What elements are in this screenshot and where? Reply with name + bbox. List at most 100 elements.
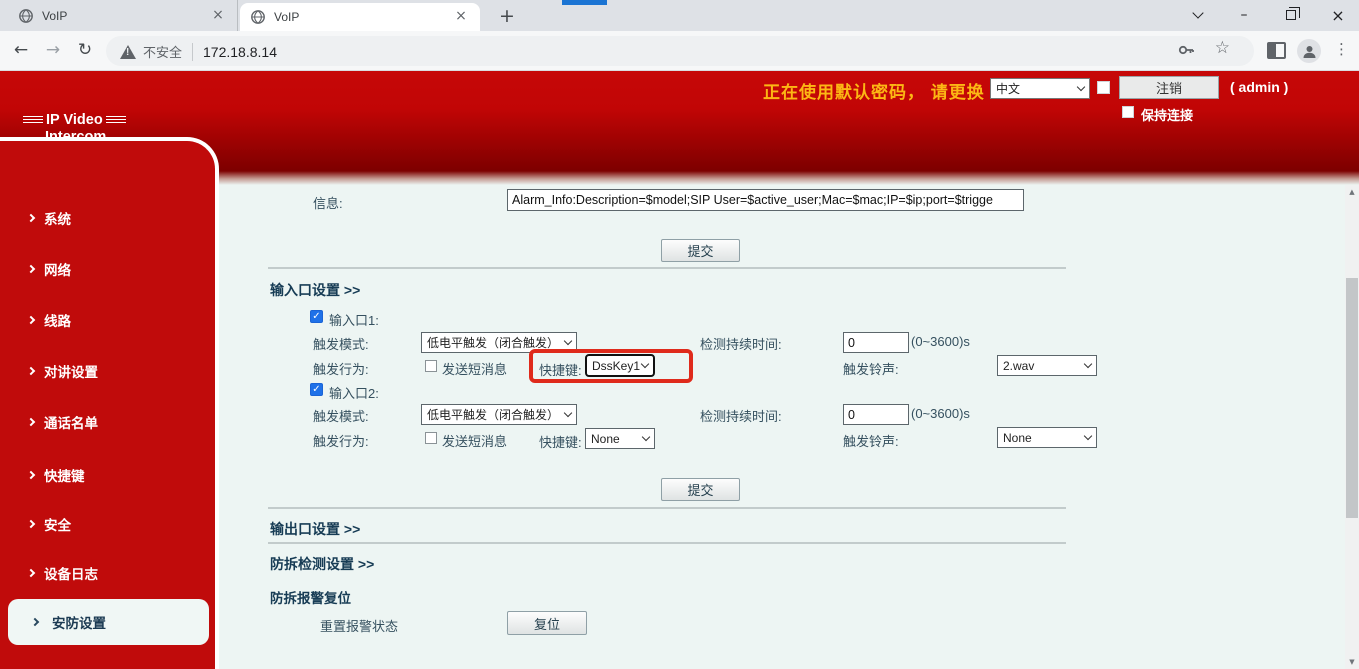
language-value: 中文: [996, 80, 1020, 97]
trigger-mode-label: 触发模式:: [313, 334, 369, 353]
scroll-up-icon[interactable]: ▲: [1345, 188, 1359, 196]
duration-range-label: (0~3600)s: [911, 334, 970, 349]
globe-favicon: [250, 9, 266, 25]
password-key-icon[interactable]: [1176, 40, 1196, 60]
keep-alive-checkbox[interactable]: [1122, 106, 1134, 118]
sidebar-item-call-list[interactable]: 通话名单: [0, 411, 211, 433]
duration-input-port2[interactable]: [843, 404, 909, 425]
tab-search-chevron-icon[interactable]: [1183, 2, 1213, 28]
chevron-down-icon: [1084, 360, 1092, 368]
side-panel-icon[interactable]: [1267, 42, 1286, 59]
alarm-info-input[interactable]: [507, 189, 1024, 211]
sidebar-item-security[interactable]: 安全: [0, 513, 211, 535]
arrow-right-icon: [27, 569, 35, 577]
input-port-section-header[interactable]: 输入口设置 >>: [270, 280, 360, 300]
reload-icon[interactable]: ↻: [73, 39, 97, 63]
input-port1-checkbox[interactable]: ✓: [310, 310, 323, 323]
admin-user-label: ( admin ): [1230, 79, 1288, 95]
hotkey-label: 快捷键:: [539, 432, 582, 451]
content-scrollbar[interactable]: ▲ ▼: [1345, 185, 1359, 669]
arrow-right-icon: [27, 471, 35, 479]
reset-alarm-state-label: 重置报警状态: [320, 616, 398, 635]
input-port2-checkbox[interactable]: ✓: [310, 383, 323, 396]
bookmark-star-icon[interactable]: ☆: [1215, 38, 1230, 58]
language-apply-checkbox[interactable]: [1097, 81, 1110, 94]
input-port1-label: 输入口1:: [329, 310, 379, 329]
sidebar-item-network[interactable]: 网络: [0, 258, 211, 280]
duration-label: 检测持续时间:: [700, 406, 782, 425]
arrow-right-icon: [27, 214, 35, 222]
browser-menu-dots-icon[interactable]: ⋮: [1334, 40, 1349, 58]
tab-title: VoIP: [274, 10, 452, 24]
window-close-button[interactable]: ×: [1323, 2, 1353, 28]
tab-voip-2-active[interactable]: VoIP ×: [240, 3, 480, 31]
duration-label: 检测持续时间:: [700, 334, 782, 353]
trigger-ring-label: 触发铃声:: [843, 431, 899, 450]
submit-button-info[interactable]: 提交: [661, 239, 740, 262]
send-sms-checkbox-port1[interactable]: [425, 360, 437, 372]
tamper-alarm-reset-title: 防拆报警复位: [270, 587, 351, 607]
sidebar-item-system[interactable]: 系统: [0, 207, 211, 229]
arrow-right-icon: [27, 316, 35, 324]
hotkey-select-port2[interactable]: None: [585, 428, 655, 449]
default-password-warning: 正在使用默认密码， 请更换: [763, 78, 985, 103]
separator: [192, 43, 193, 61]
language-select[interactable]: 中文: [990, 78, 1090, 99]
ring-select-port2[interactable]: None: [997, 427, 1097, 448]
sidebar-item-function-key[interactable]: 快捷键: [0, 464, 211, 486]
tab-close-icon[interactable]: ×: [452, 8, 470, 26]
back-icon[interactable]: ←: [9, 39, 33, 63]
scrollbar-thumb[interactable]: [1346, 278, 1358, 518]
trigger-ring-label: 触发铃声:: [843, 359, 899, 378]
url-text: 172.18.8.14: [203, 44, 277, 60]
security-chip[interactable]: 不安全 172.18.8.14: [120, 42, 277, 61]
ring-select-port1[interactable]: 2.wav: [997, 355, 1097, 376]
trigger-mode-label: 触发模式:: [313, 406, 369, 425]
profile-avatar[interactable]: [1297, 39, 1321, 63]
tamper-detect-section-header[interactable]: 防拆检测设置 >>: [270, 554, 374, 574]
trigger-action-label: 触发行为:: [313, 431, 369, 450]
output-port-section-header[interactable]: 输出口设置 >>: [270, 519, 360, 539]
sidebar-nav: 系统 网络 线路 对讲设置 通话名单 快捷键 安全 设备日志 安防设置: [0, 137, 219, 669]
divider: [268, 507, 1066, 509]
reset-button[interactable]: 复位: [507, 611, 587, 635]
send-sms-checkbox-port2[interactable]: [425, 432, 437, 444]
tab-voip-1[interactable]: VoIP ×: [8, 0, 238, 31]
divider: [268, 267, 1066, 269]
submit-button-ports[interactable]: 提交: [661, 478, 740, 501]
browser-toolbar: ← → ↻ 不安全 172.18.8.14 ☆ ⋮: [0, 31, 1359, 71]
screenshot-blue-artifact: [562, 0, 607, 5]
sidebar-item-device-log[interactable]: 设备日志: [0, 562, 211, 584]
window-restore-button[interactable]: [1276, 2, 1306, 28]
sidebar-item-intercom-settings[interactable]: 对讲设置: [0, 360, 211, 382]
forward-icon[interactable]: →: [41, 39, 65, 63]
highlight-annotation-box: [529, 349, 693, 383]
chevron-down-icon: [564, 409, 572, 417]
info-label: 信息:: [313, 193, 343, 212]
duration-input-port1[interactable]: [843, 332, 909, 353]
input-port2-label: 输入口2:: [329, 383, 379, 402]
new-tab-button[interactable]: +: [494, 4, 520, 30]
address-bar[interactable]: 不安全 172.18.8.14 ☆: [106, 36, 1254, 66]
chevron-down-icon: [1077, 83, 1085, 91]
divider: [268, 542, 1066, 544]
duration-range-label: (0~3600)s: [911, 406, 970, 421]
keep-alive-label: 保持连接: [1141, 105, 1193, 124]
sidebar-item-line[interactable]: 线路: [0, 309, 211, 331]
arrow-right-icon: [27, 520, 35, 528]
send-sms-label: 发送短消息: [442, 359, 507, 378]
logo-speed-lines: [23, 116, 43, 124]
trigger-mode-select-port2[interactable]: 低电平触发（闭合触发）: [421, 404, 577, 425]
sidebar-item-security-settings-active[interactable]: 安防设置: [8, 599, 209, 645]
send-sms-label: 发送短消息: [442, 431, 507, 450]
arrow-right-icon: [31, 618, 39, 626]
chevron-down-icon: [1084, 432, 1092, 440]
scroll-down-icon[interactable]: ▼: [1345, 658, 1359, 666]
logo-line1: IP Video: [46, 112, 103, 128]
security-label: 不安全: [143, 42, 182, 61]
chevron-down-icon: [642, 433, 650, 441]
tab-close-icon[interactable]: ×: [209, 7, 227, 25]
content-area: [219, 185, 1359, 669]
logout-button[interactable]: 注销: [1119, 76, 1219, 99]
window-minimize-button[interactable]: –: [1229, 2, 1259, 28]
